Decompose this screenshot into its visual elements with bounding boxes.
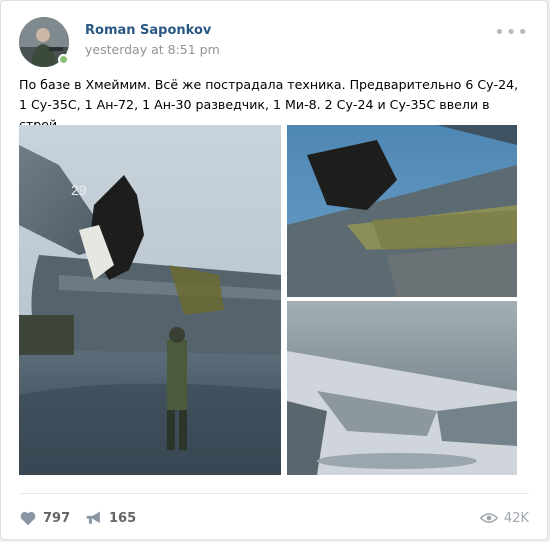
views-counter: 42K (479, 507, 529, 529)
post-photo-1[interactable]: 29 (19, 125, 281, 475)
megaphone-icon (86, 511, 100, 524)
post-photo-2[interactable] (287, 125, 517, 297)
post-card: Roman Saponkov yesterday at 8:51 pm ••• … (0, 0, 548, 540)
share-count: 165 (109, 510, 137, 526)
more-options-icon[interactable]: ••• (494, 22, 529, 43)
author-name[interactable]: Roman Saponkov (85, 23, 211, 38)
post-photo-3[interactable] (287, 301, 517, 475)
like-button[interactable]: 797 (19, 507, 70, 529)
heart-icon (20, 511, 36, 526)
share-button[interactable]: 165 (85, 507, 136, 529)
footer-divider (19, 493, 529, 494)
online-status-dot (58, 54, 69, 65)
post-timestamp[interactable]: yesterday at 8:51 pm (85, 42, 220, 57)
eye-icon (479, 513, 498, 523)
view-count: 42K (503, 510, 529, 526)
tail-number: 29 (71, 182, 87, 198)
like-count: 797 (43, 510, 71, 526)
